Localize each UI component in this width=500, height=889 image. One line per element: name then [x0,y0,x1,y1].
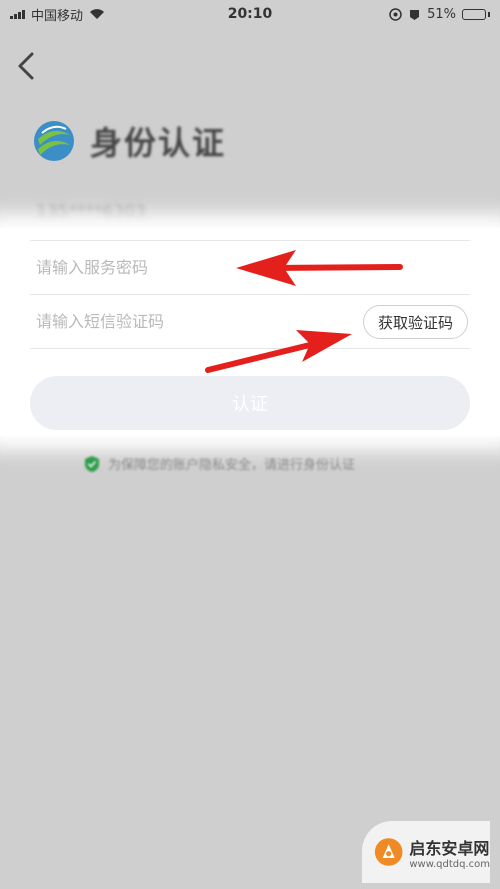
submit-auth-button[interactable]: 认证 [30,376,470,430]
get-code-button[interactable]: 获取验证码 [362,305,468,339]
service-password-input[interactable] [30,258,330,277]
page-header: 身份认证 [32,118,226,164]
wifi-icon [90,9,105,19]
shield-check-icon [85,455,99,472]
china-mobile-logo [34,121,74,161]
privacy-notice: 为保障您的账户隐私安全，请进行身份认证 [84,454,355,473]
battery-icon [462,8,490,20]
back-button[interactable] [10,48,42,84]
battery-percent: 51% [427,6,456,22]
password-field-row [30,240,470,294]
signal-icon [10,9,25,19]
carrier-name: 中国移动 [31,8,84,24]
watermark-logo-icon [374,838,403,866]
site-watermark: 启东安卓网 www.qdtdq.com [362,821,490,883]
divider [30,348,470,349]
status-bar: 中国移动 20:10 51% [0,0,500,28]
page-title: 身份认证 [90,124,227,162]
auth-form: 获取验证码 认证 [0,228,500,436]
watermark-url: www.qdtdq.com [409,858,490,870]
chevron-left-icon [18,52,34,80]
sms-field-row: 获取验证码 [30,294,470,348]
phone-number: 135****6303 [36,202,146,222]
watermark-name: 启东安卓网 [409,838,490,858]
privacy-notice-text: 为保障您的账户隐私安全，请进行身份认证 [108,458,356,473]
alarm-icon [410,9,420,20]
location-icon [389,7,402,21]
sms-code-input[interactable] [30,312,330,331]
